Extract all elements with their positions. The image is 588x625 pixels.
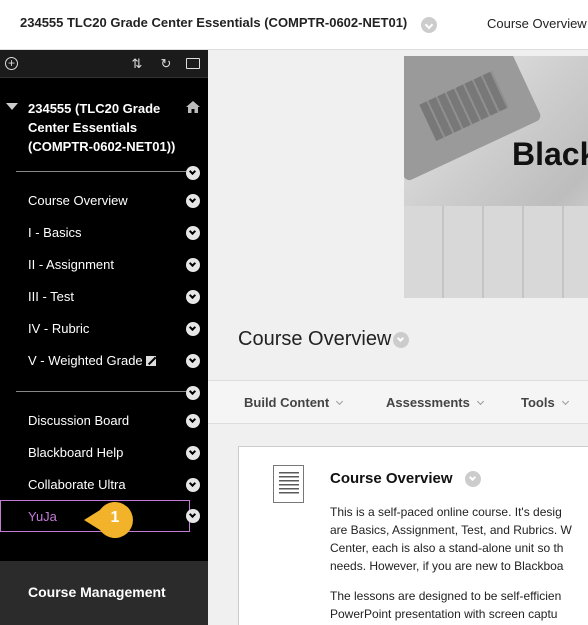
action-label: Build Content	[244, 395, 330, 410]
content-paragraph: The lessons are designed to be self-effi…	[330, 587, 561, 623]
breadcrumb-current-page[interactable]: Course Overview	[487, 16, 587, 31]
chevron-down-icon[interactable]	[186, 478, 200, 492]
sidebar-item-basics[interactable]: I - Basics	[0, 218, 208, 248]
sidebar-item-label: Course Overview	[28, 193, 128, 208]
content-paragraph: This is a self-paced online course. It's…	[330, 503, 572, 575]
paragraph-line: are Basics, Assignment, Test, and Rubric…	[330, 523, 572, 537]
action-label: Assessments	[386, 395, 470, 410]
build-content-menu[interactable]: Build Content	[244, 395, 344, 410]
paragraph-line: The lessons are designed to be self-effi…	[330, 589, 562, 603]
paragraph-line: PowerPoint presentation with screen capt…	[330, 607, 558, 621]
sidebar-item-label: Blackboard Help	[28, 445, 124, 460]
chevron-down-icon	[561, 397, 569, 406]
course-name-line: 234555 (TLC20 Grade	[28, 101, 161, 116]
reorder-icon[interactable]: ⇅	[129, 56, 145, 72]
divider-chevron-icon[interactable]	[186, 386, 200, 400]
content-item-title[interactable]: Course Overview	[330, 470, 453, 487]
sidebar-item-text: V - Weighted Grade	[28, 353, 143, 368]
sidebar-item-discussion-board[interactable]: Discussion Board	[0, 406, 208, 436]
banner-wood-shape	[404, 206, 588, 298]
paragraph-line: Center, each is also a stand-alone unit …	[330, 541, 564, 555]
folder-view-icon[interactable]	[186, 58, 200, 69]
paragraph-line: This is a self-paced online course. It's…	[330, 505, 562, 519]
sidebar-item-label: Discussion Board	[28, 413, 130, 428]
sidebar-item-label: IV - Rubric	[28, 321, 90, 336]
tools-menu[interactable]: Tools	[521, 395, 569, 410]
assessments-menu[interactable]: Assessments	[386, 395, 484, 410]
sidebar-item-label: III - Test	[28, 289, 74, 304]
chevron-down-icon[interactable]	[186, 446, 200, 460]
hidden-from-students-icon	[145, 356, 156, 366]
content-area: Black Course Overview Build Content Asse…	[208, 50, 588, 625]
course-menu-toolbar: + ⇅ ↻	[0, 50, 208, 78]
step-callout-number: 1	[110, 509, 120, 526]
sidebar-item-label: YuJa	[28, 509, 57, 524]
sidebar-item-course-overview[interactable]: Course Overview	[0, 186, 208, 216]
course-management-heading: Course Management	[28, 584, 166, 600]
sidebar-item-label: II - Assignment	[28, 257, 114, 272]
page-options-chevron-icon[interactable]	[393, 332, 409, 348]
document-icon	[273, 465, 304, 503]
banner-text: Black	[512, 136, 588, 172]
sidebar-item-weighted-grade[interactable]: V - Weighted Grade	[0, 346, 208, 376]
chevron-down-icon[interactable]	[186, 258, 200, 272]
action-label: Tools	[521, 395, 555, 410]
course-menu: + ⇅ ↻ 234555 (TLC20 Grade Center Essenti…	[0, 50, 208, 561]
sidebar-item-collaborate-ultra[interactable]: Collaborate Ultra	[0, 470, 208, 500]
action-bar: Build Content Assessments Tools	[208, 380, 588, 424]
sidebar-item-rubric[interactable]: IV - Rubric	[0, 314, 208, 344]
home-icon[interactable]	[186, 101, 200, 113]
sidebar-item-assignment[interactable]: II - Assignment	[0, 250, 208, 280]
sidebar-item-label: Collaborate Ultra	[28, 477, 126, 492]
sidebar-item-test[interactable]: III - Test	[0, 282, 208, 312]
chevron-down-icon[interactable]	[186, 226, 200, 240]
collapse-caret-icon[interactable]	[6, 103, 18, 110]
sidebar-item-label: I - Basics	[28, 225, 82, 240]
paragraph-line: needs. However, if you are new to Blackb…	[330, 559, 564, 573]
course-menu-chevron-icon[interactable]	[421, 17, 437, 33]
course-menu-title[interactable]: 234555 (TLC20 Grade Center Essentials (C…	[28, 99, 183, 156]
chevron-down-icon[interactable]	[186, 322, 200, 336]
course-name-line: Center Essentials	[28, 120, 138, 135]
course-banner-image: Black	[404, 56, 588, 298]
divider-chevron-icon[interactable]	[186, 166, 200, 180]
content-item: Course Overview This is a self-paced onl…	[238, 446, 588, 625]
refresh-icon[interactable]: ↻	[158, 56, 174, 72]
chevron-down-icon[interactable]	[186, 414, 200, 428]
add-menu-item-icon[interactable]: +	[5, 57, 18, 70]
chevron-down-icon	[336, 397, 344, 406]
course-title-link[interactable]: 234555 TLC20 Grade Center Essentials (CO…	[20, 15, 407, 30]
sidebar-item-blackboard-help[interactable]: Blackboard Help	[0, 438, 208, 468]
page-title: Course Overview	[238, 328, 392, 350]
course-management-panel[interactable]: Course Management	[0, 561, 208, 625]
chevron-down-icon[interactable]	[186, 290, 200, 304]
chevron-down-icon	[476, 397, 484, 406]
sidebar-item-label: V - Weighted Grade	[28, 353, 156, 368]
chevron-down-icon[interactable]	[186, 509, 200, 523]
menu-divider	[16, 171, 186, 172]
course-breadcrumb-bar: 234555 TLC20 Grade Center Essentials (CO…	[0, 0, 588, 50]
menu-divider	[16, 391, 186, 392]
chevron-down-icon[interactable]	[186, 194, 200, 208]
course-name-line: (COMPTR-0602-NET01))	[28, 139, 176, 154]
item-options-chevron-icon[interactable]	[465, 471, 481, 487]
chevron-down-icon[interactable]	[186, 354, 200, 368]
step-callout-number-wrap: 1	[82, 501, 138, 539]
